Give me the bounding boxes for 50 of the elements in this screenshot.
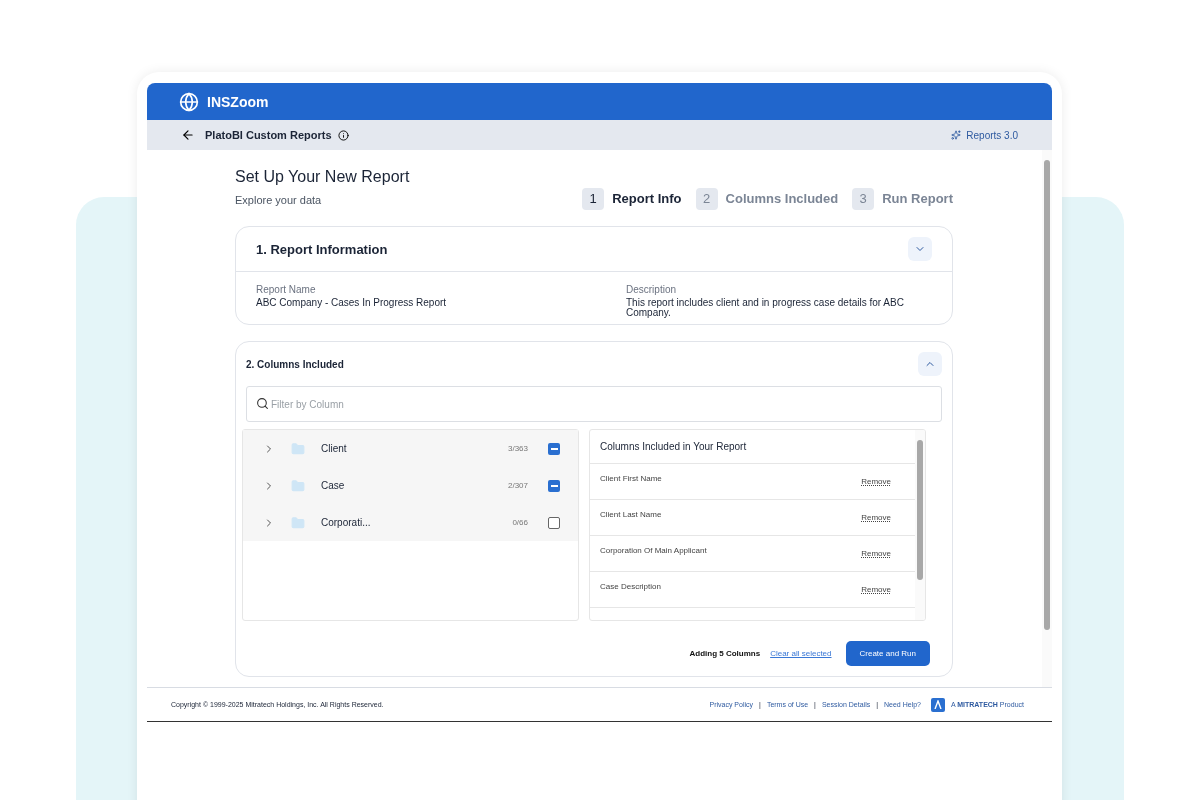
search-icon bbox=[256, 397, 269, 410]
scrollbar[interactable] bbox=[915, 430, 925, 620]
folder-icon bbox=[291, 441, 305, 456]
tree-label: Case bbox=[321, 480, 346, 491]
tree-label: Client bbox=[321, 443, 348, 454]
page-title: Set Up Your New Report bbox=[235, 168, 410, 186]
field-label: Report Name bbox=[256, 284, 317, 295]
info-icon[interactable] bbox=[337, 129, 349, 141]
field-label: Description bbox=[626, 284, 678, 295]
panel-title: Columns Included in Your Report bbox=[590, 430, 915, 464]
tree-row[interactable]: Corporati... 0/66 bbox=[243, 504, 578, 541]
page-section-title: PlatoBI Custom Reports bbox=[205, 129, 332, 141]
count-label: 2/307 bbox=[507, 481, 528, 490]
column-name: Client Last Name bbox=[600, 510, 662, 519]
step-tab[interactable]: 3 Run Report bbox=[852, 171, 953, 226]
tree-row[interactable]: Case 2/307 bbox=[243, 467, 578, 504]
count-label: 0/66 bbox=[512, 518, 528, 527]
column-name: Case Description bbox=[600, 582, 661, 591]
remove-link[interactable]: Remove bbox=[861, 513, 891, 522]
step-tab[interactable]: 1 Report Info bbox=[582, 171, 682, 226]
count-label: 3/363 bbox=[507, 444, 528, 453]
tree-label: Corporati... bbox=[321, 517, 372, 528]
field-value: This report includes client and in progress case details for ABC Company. bbox=[626, 298, 905, 318]
column-name: Corporation Of Main Applicant bbox=[600, 546, 707, 555]
globe-icon bbox=[179, 91, 199, 112]
scrollbar[interactable] bbox=[1042, 150, 1052, 687]
checkbox[interactable] bbox=[548, 442, 560, 455]
field-value: ABC Company - Cases In Progress Report bbox=[256, 298, 448, 308]
card-title: 1. Report Information bbox=[256, 241, 388, 257]
tree-row[interactable]: Client 3/363 bbox=[243, 430, 578, 467]
logo-icon bbox=[931, 697, 945, 712]
create-run-button[interactable]: Create and Run bbox=[845, 641, 930, 666]
remove-link[interactable]: Remove bbox=[861, 549, 891, 558]
expand-button[interactable] bbox=[918, 352, 942, 376]
checkbox[interactable] bbox=[548, 516, 560, 529]
page-subtitle: Explore your data bbox=[235, 194, 323, 206]
clear-link[interactable]: Clear all selected bbox=[770, 649, 832, 658]
folder-icon bbox=[291, 478, 305, 493]
version-badge: Reports 3.0 bbox=[951, 129, 1018, 141]
collapse-button[interactable] bbox=[908, 237, 932, 261]
card-title: 2. Columns Included bbox=[246, 358, 344, 370]
remove-link[interactable]: Remove bbox=[861, 477, 891, 486]
filter-field[interactable]: Filter by Column bbox=[246, 386, 942, 422]
summary-text: Adding 5 Columns bbox=[689, 649, 761, 658]
app-name: INSZoom bbox=[207, 93, 269, 110]
folder-icon bbox=[291, 515, 305, 530]
remove-link[interactable]: Remove bbox=[861, 585, 891, 594]
column-name: Client First Name bbox=[600, 474, 662, 483]
checkbox[interactable] bbox=[548, 479, 560, 492]
step-tab[interactable]: 2 Columns Included bbox=[695, 171, 839, 226]
